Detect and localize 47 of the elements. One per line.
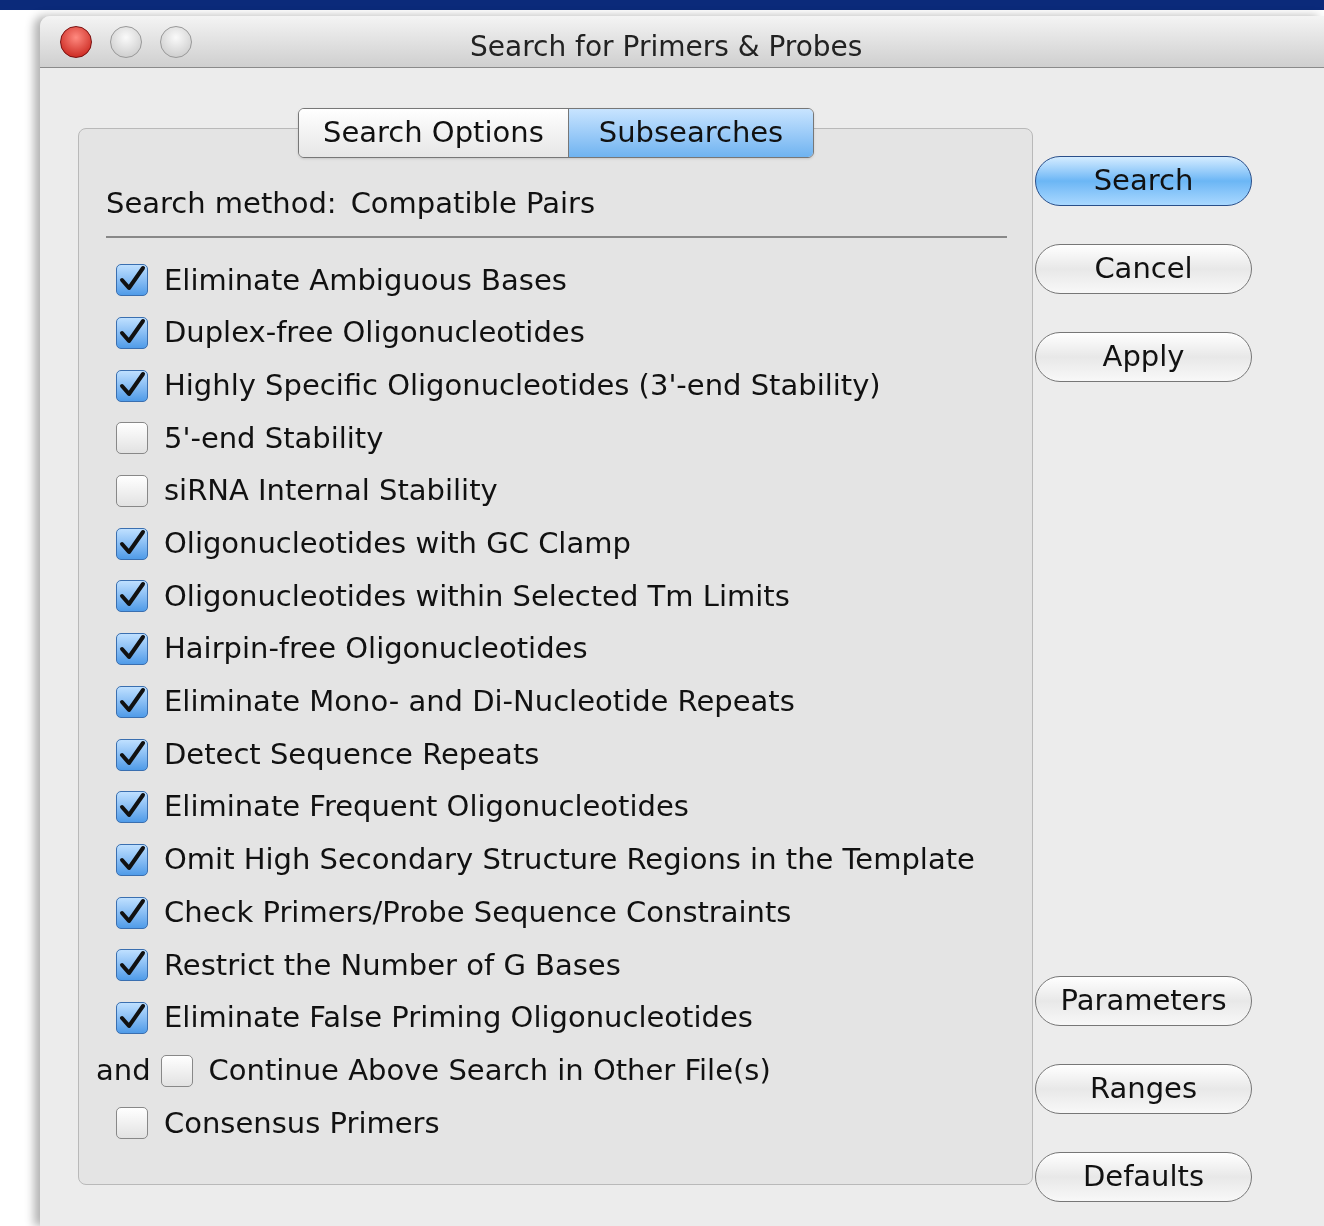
checkbox[interactable]	[116, 1107, 148, 1140]
push-button[interactable]: Defaults	[1035, 1152, 1252, 1202]
checkbox[interactable]	[116, 1001, 148, 1034]
checkbox[interactable]	[116, 896, 148, 929]
checkbox[interactable]	[116, 738, 148, 771]
conjunction-label: and	[96, 1051, 151, 1089]
option-label[interactable]: Oligonucleotides within Selected Tm Limits	[164, 574, 790, 619]
checkbox[interactable]	[116, 527, 148, 560]
checkbox[interactable]	[116, 475, 148, 508]
option-label[interactable]: Duplex-free Oligonucleotides	[164, 311, 585, 355]
checkbox[interactable]	[116, 580, 148, 613]
option-label[interactable]: Check Primers/Probe Sequence Constraints	[164, 890, 792, 935]
close-button[interactable]	[60, 25, 92, 58]
search-method-label: Search method:	[106, 185, 337, 223]
checkbox[interactable]	[116, 264, 148, 297]
checkbox[interactable]	[116, 843, 148, 876]
checkbox[interactable]	[116, 422, 148, 455]
option-label[interactable]: Consensus Primers	[164, 1101, 440, 1146]
option-label[interactable]: 5'-end Stability	[164, 416, 384, 461]
option-label[interactable]: Eliminate Mono- and Di-Nucleotide Repeats	[164, 680, 795, 724]
option-label[interactable]: Omit High Secondary Structure Regions in the Template	[164, 838, 975, 882]
checkbox[interactable]	[116, 791, 148, 824]
checkbox[interactable]	[116, 949, 148, 982]
option-label[interactable]: Eliminate Ambiguous Bases	[164, 258, 567, 303]
option-label[interactable]: siRNA Internal Stability	[164, 469, 498, 513]
option-label[interactable]: Continue Above Search in Other File(s)	[208, 1048, 771, 1093]
checkbox[interactable]	[116, 633, 148, 666]
tab[interactable]: Subsearches	[567, 109, 814, 157]
option-label[interactable]: Detect Sequence Repeats	[164, 732, 540, 777]
checkbox[interactable]	[116, 369, 148, 402]
push-button[interactable]: Cancel	[1035, 244, 1252, 294]
option-label[interactable]: Oligonucleotides with GC Clamp	[164, 522, 631, 566]
option-label[interactable]: Highly Specific Oligonucleotides (3'-end Stability)	[164, 363, 881, 408]
option-label[interactable]: Hairpin-free Oligonucleotides	[164, 627, 588, 671]
checkbox[interactable]	[116, 685, 148, 718]
checkbox[interactable]	[160, 1054, 193, 1087]
push-button[interactable]: Ranges	[1035, 1064, 1252, 1114]
option-label[interactable]: Restrict the Number of G Bases	[164, 943, 621, 988]
push-button[interactable]: Search	[1035, 156, 1252, 206]
checkbox[interactable]	[116, 317, 148, 350]
option-label[interactable]: Eliminate False Priming Oligonucleotides	[164, 996, 753, 1040]
search-method-value: Compatible Pairs	[350, 185, 596, 223]
tab[interactable]: Search Options	[299, 109, 568, 157]
option-label[interactable]: Eliminate Frequent Oligonucleotides	[164, 785, 689, 829]
window-title: Search for Primers & Probes	[470, 29, 863, 65]
push-button[interactable]: Apply	[1035, 332, 1252, 382]
push-button[interactable]: Parameters	[1035, 976, 1252, 1026]
